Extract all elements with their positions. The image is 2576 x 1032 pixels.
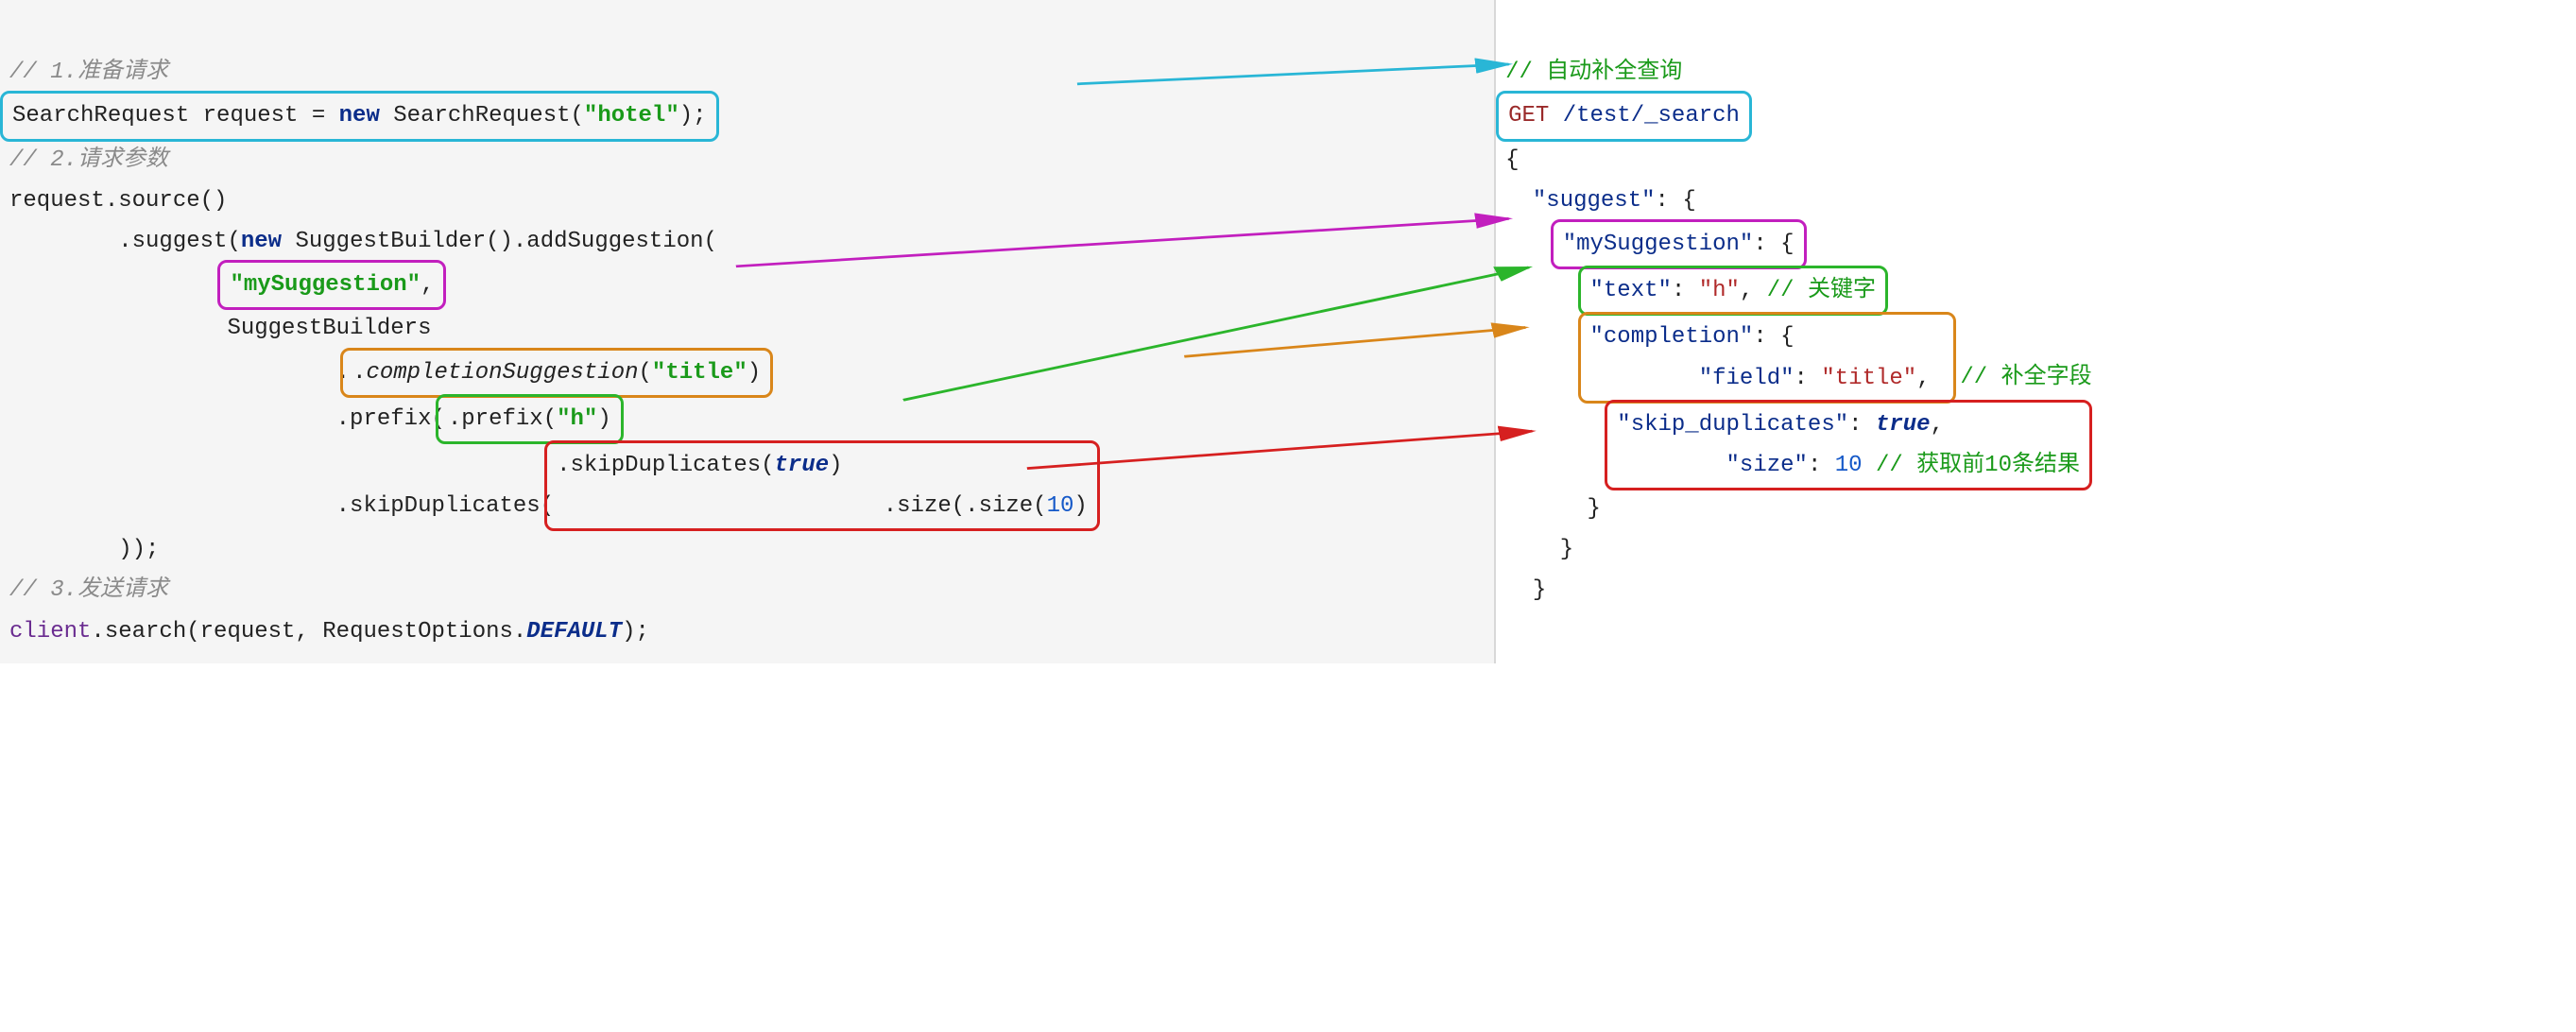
json-key-completion: "completion" (1590, 324, 1754, 350)
code-text: : (1808, 453, 1835, 478)
code-text: ) (1073, 493, 1087, 519)
comment-keyword: // 关键字 (1767, 278, 1876, 303)
indent: .skipDuplicates( (9, 493, 554, 519)
string-title: "title" (652, 360, 747, 386)
code-text: ); (622, 619, 649, 645)
number-10: 10 (1047, 493, 1074, 519)
highlight-skip-size: .skipDuplicates(true) .size(.size(10) (544, 440, 1100, 531)
code-text: SuggestBuilder().addSuggestion( (282, 229, 717, 254)
code-text: : { (1656, 188, 1696, 214)
brace-close: } (1505, 496, 1601, 522)
json-key-text: "text" (1590, 278, 1672, 303)
indent (1505, 278, 1587, 303)
code-text: , (1931, 412, 1944, 438)
string-hotel: "hotel" (584, 103, 679, 129)
highlight-completionsuggestion: .completionSuggestion("title") (340, 348, 773, 398)
highlight-skip-size-json: "skip_duplicates": true, "size": 10 // 获… (1605, 400, 2092, 490)
highlight-get-search: GET /test/_search (1496, 91, 1752, 141)
code-text: ); (679, 103, 707, 129)
json-key-suggest: "suggest" (1533, 188, 1656, 214)
code-text: : { (1753, 232, 1794, 257)
indent: .prefix( (9, 406, 445, 432)
comment-step3: // 3.发送请求 (9, 577, 168, 603)
indent: .size( (557, 493, 965, 519)
code-text: , (1916, 366, 1944, 391)
comment-step2: // 2.请求参数 (9, 147, 168, 173)
highlight-searchrequest: SearchRequest request = new SearchReques… (0, 91, 719, 141)
json-value-true: true (1876, 412, 1931, 438)
code-text: .search(request, RequestOptions. (91, 619, 526, 645)
highlight-mysuggestion-key: "mySuggestion": { (1551, 219, 1807, 269)
highlight-text-h: "text": "h", // 关键字 (1578, 266, 1888, 316)
code-text: ) (597, 406, 610, 432)
code-text: .suggest( (9, 229, 241, 254)
json-value-h: "h" (1699, 278, 1740, 303)
code-text: ) (829, 453, 842, 478)
brace-close: } (1505, 577, 1546, 603)
code-text: : (1672, 278, 1699, 303)
code-text: ) (747, 360, 761, 386)
string-h: "h" (557, 406, 597, 432)
highlight-prefix: .prefix("h") (436, 394, 624, 444)
code-text: : { (1753, 324, 1794, 350)
code-text: : (1848, 412, 1876, 438)
keyword-new: new (241, 229, 282, 254)
string-mysuggestion: "mySuggestion" (230, 272, 421, 298)
indent: . (9, 360, 350, 386)
indent (9, 272, 227, 298)
comment-completion-field: // 补全字段 (1960, 366, 2091, 391)
comment-top10: // 获取前10条结果 (1876, 453, 2080, 478)
code-text: ( (639, 360, 652, 386)
code-text: , (421, 272, 434, 298)
java-code-pane: // 1.准备请求 SearchRequest request = new Se… (0, 0, 1494, 663)
highlight-completion-block: "completion": { "field": "title", (1578, 312, 1957, 403)
code-text: )); (9, 537, 159, 562)
indent (1505, 366, 1587, 391)
json-dsl-pane: // 自动补全查询 GET /test/_search { "suggest":… (1496, 0, 2576, 663)
code-text (1863, 453, 1876, 478)
json-key-size: "size" (1726, 453, 1808, 478)
constant-default: DEFAULT (526, 619, 622, 645)
code-text: SearchRequest request = (12, 103, 339, 129)
method-completionsuggestion: completionSuggestion (366, 360, 638, 386)
keyword-new: new (339, 103, 380, 129)
indent (1617, 453, 1726, 478)
json-key-field: "field" (1699, 366, 1795, 391)
json-value-10: 10 (1835, 453, 1863, 478)
comment-autocomplete-query: // 自动补全查询 (1505, 60, 1682, 85)
keyword-true: true (775, 453, 830, 478)
indent (1505, 453, 1614, 478)
comment-step1: // 1.准备请求 (9, 60, 168, 85)
code-text: request.source() (9, 188, 227, 214)
indent (1505, 188, 1533, 214)
identifier-client: client (9, 619, 91, 645)
indent (1590, 366, 1699, 391)
code-text: SearchRequest( (380, 103, 584, 129)
highlight-mysuggestion: "mySuggestion", (217, 260, 446, 310)
code-text: , (1740, 278, 1767, 303)
code-text: : (1795, 366, 1822, 391)
http-method-get: GET (1508, 103, 1549, 129)
brace-open: { (1505, 147, 1519, 173)
json-key-skip-duplicates: "skip_duplicates" (1617, 412, 1848, 438)
url-path: /test/_search (1549, 103, 1740, 129)
two-pane-code-comparison: // 1.准备请求 SearchRequest request = new Se… (0, 0, 2576, 663)
brace-close: } (1505, 537, 1573, 562)
code-text: SuggestBuilders (9, 316, 431, 341)
json-key-mysuggestion: "mySuggestion" (1563, 232, 1754, 257)
json-value-title: "title" (1821, 366, 1916, 391)
